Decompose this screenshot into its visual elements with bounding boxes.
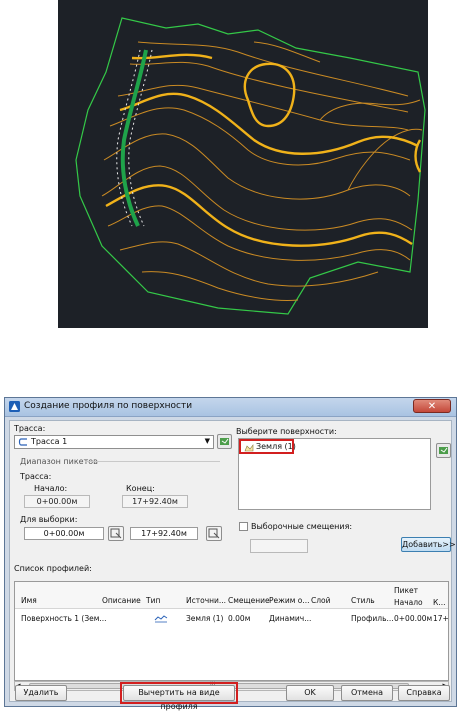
- cell-source: Земля (1): [186, 614, 224, 623]
- help-button[interactable]: Справка: [398, 685, 450, 701]
- chevron-down-icon: ▼: [204, 437, 210, 445]
- hilltop-contour: [243, 62, 296, 128]
- cell-start: 0+00.00м: [394, 614, 433, 623]
- sample-range-label: Для выборки:: [20, 515, 78, 524]
- surface-profile-icon: [154, 615, 168, 623]
- pick-start-station-button[interactable]: [108, 526, 124, 541]
- col-style[interactable]: Стиль: [351, 596, 375, 605]
- select-surface-from-drawing-button[interactable]: [436, 443, 451, 458]
- create-surface-profile-dialog: Создание профиля по поверхности ✕ Трасса…: [4, 397, 457, 711]
- pick-station-icon: [208, 528, 220, 539]
- sample-offsets-label: Выборочные смещения:: [251, 522, 353, 531]
- col-description[interactable]: Описание: [102, 596, 141, 605]
- start-station-label: Начало:: [34, 484, 68, 493]
- cad-drawing-area[interactable]: [58, 0, 428, 328]
- dialog-title: Создание профиля по поверхности: [24, 401, 193, 411]
- add-button[interactable]: Добавить>>: [401, 537, 456, 552]
- cancel-button[interactable]: Отмена: [341, 685, 393, 701]
- alignment-label: Трасса:: [14, 424, 46, 433]
- sample-end-input[interactable]: 17+92.40м: [130, 527, 198, 540]
- dialog-content: Трасса: Трасса 1 ▼ Диапазон пикетов Трас…: [9, 420, 456, 702]
- col-source[interactable]: Источни...: [186, 596, 226, 605]
- table-row[interactable]: Поверхность 1 (Зем... Земля (1) 0.00м Ди…: [15, 612, 448, 626]
- cell-name: Поверхность 1 (Зем...: [21, 614, 107, 623]
- alignment-trassa-1: [116, 49, 153, 227]
- alignment-select-value: Трасса 1: [31, 437, 68, 446]
- surface-item-label: Земля (1): [256, 442, 296, 451]
- pick-station-icon: [110, 528, 122, 539]
- surface-icon: [244, 444, 254, 452]
- sample-start-input[interactable]: 0+00.00м: [24, 527, 104, 540]
- draw-in-profile-view-button[interactable]: Вычертить на виде профиля: [123, 685, 235, 711]
- contour-map: [75, 17, 426, 315]
- select-surfaces-label: Выберите поверхности:: [236, 427, 337, 436]
- col-type[interactable]: Тип: [146, 596, 160, 605]
- close-button[interactable]: ✕: [413, 399, 451, 413]
- dialog-titlebar[interactable]: Создание профиля по поверхности ✕: [5, 398, 456, 417]
- end-station-label: Конец:: [126, 484, 155, 493]
- civil3d-app-icon: [9, 401, 20, 412]
- profile-list-label: Список профилей:: [14, 564, 92, 573]
- ok-button[interactable]: OK: [286, 685, 334, 701]
- alignment-icon: [18, 438, 27, 446]
- col-end[interactable]: К...: [433, 598, 445, 607]
- pick-end-station-button[interactable]: [206, 526, 222, 541]
- pick-from-drawing-icon: [439, 447, 448, 454]
- cell-offset: 0.00м: [228, 614, 251, 623]
- surfaces-list[interactable]: Земля (1): [238, 438, 431, 510]
- col-station-group: Пикет: [394, 586, 419, 595]
- group-divider: [85, 461, 220, 462]
- sample-offsets-checkbox[interactable]: [239, 522, 248, 531]
- col-layer[interactable]: Слой: [311, 596, 331, 605]
- delete-button[interactable]: Удалить: [15, 685, 67, 701]
- col-mode[interactable]: Режим о...: [269, 596, 310, 605]
- col-start[interactable]: Начало: [394, 598, 423, 607]
- select-alignment-from-drawing-button[interactable]: [217, 434, 232, 449]
- alignment-range-label: Трасса:: [20, 472, 52, 481]
- profile-list-table[interactable]: Имя Описание Тип Источни... Смещение Реж…: [14, 581, 449, 681]
- start-station-readonly: 0+00.00м: [24, 495, 90, 508]
- surface-boundary: [75, 17, 426, 315]
- end-station-readonly: 17+92.40м: [122, 495, 188, 508]
- cell-style: Профиль...: [351, 614, 394, 623]
- col-name[interactable]: Имя: [21, 596, 37, 605]
- alignment-select[interactable]: Трасса 1 ▼: [14, 435, 214, 449]
- cell-mode: Динамич...: [269, 614, 312, 623]
- cell-end: 17+9: [433, 614, 449, 623]
- pick-from-drawing-icon: [220, 438, 229, 445]
- col-offset[interactable]: Смещение: [228, 596, 270, 605]
- sample-offsets-input[interactable]: [250, 539, 308, 553]
